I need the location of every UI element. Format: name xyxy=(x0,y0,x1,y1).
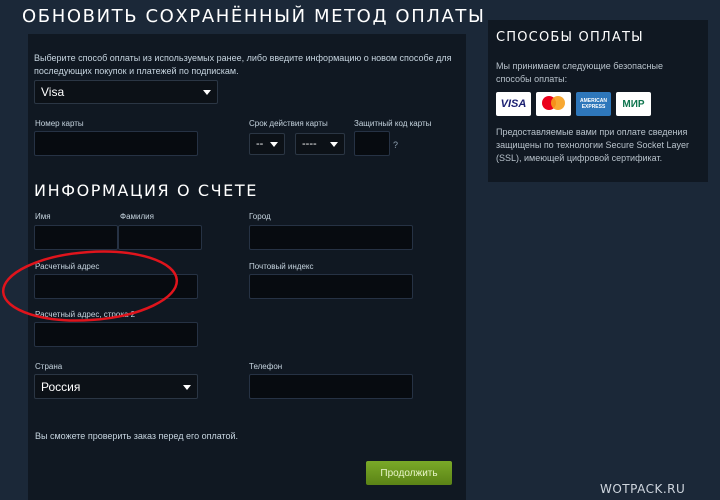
country-select[interactable]: Россия xyxy=(34,374,198,399)
annotation-ellipse xyxy=(1,250,179,322)
visa-logo: VISA xyxy=(496,92,531,116)
sidebar-title: СПОСОБЫ ОПЛАТЫ xyxy=(496,30,644,45)
country-value: Россия xyxy=(41,379,81,394)
card-number-input[interactable] xyxy=(34,131,198,156)
sidebar-security-text: Предоставляемые вами при оплате сведения… xyxy=(496,127,690,163)
payment-method-select[interactable]: Visa xyxy=(34,80,218,104)
phone-label: Телефон xyxy=(249,362,283,371)
expiry-month-select[interactable]: -- xyxy=(249,133,285,155)
sidebar-accepted-text: Мы принимаем следующие безопасные способ… xyxy=(496,61,663,84)
payment-method-value: Visa xyxy=(41,85,65,99)
mastercard-orange-circle xyxy=(551,96,565,110)
last-name-label: Фамилия xyxy=(120,212,154,221)
payment-methods-sidebar: СПОСОБЫ ОПЛАТЫ Мы принимаем следующие бе… xyxy=(488,20,708,182)
mastercard-logo xyxy=(536,92,571,116)
first-name-label: Имя xyxy=(35,212,51,221)
payment-intro-text: Выберите способ оплаты из используемых р… xyxy=(34,53,452,76)
expiry-year-select[interactable]: ---- xyxy=(295,133,345,155)
chevron-down-icon xyxy=(330,142,338,147)
cvv-help-link[interactable]: ? xyxy=(393,140,398,150)
card-number-label: Номер карты xyxy=(35,119,84,128)
phone-input[interactable] xyxy=(249,374,413,399)
expiry-label: Срок действия карты xyxy=(249,119,328,128)
page-title: ОБНОВИТЬ СОХРАНЁННЫЙ МЕТОД ОПЛАТЫ xyxy=(22,6,486,27)
red-circle-highlight xyxy=(1,250,179,322)
chevron-down-icon xyxy=(203,90,211,95)
chevron-down-icon xyxy=(183,384,191,390)
cvv-input[interactable] xyxy=(354,131,390,156)
billing-section-title: ИНФОРМАЦИЯ О СЧЕТЕ xyxy=(34,181,258,200)
review-note: Вы сможете проверить заказ перед его опл… xyxy=(35,431,239,441)
last-name-input[interactable] xyxy=(118,225,202,250)
card-logos: VISA AMERICAN EXPRESS МИР xyxy=(496,92,651,116)
visa-logo-text: VISA xyxy=(500,98,527,110)
continue-button[interactable]: Продолжить xyxy=(366,461,452,485)
amex-logo-text: AMERICAN EXPRESS xyxy=(580,98,607,110)
amex-logo: AMERICAN EXPRESS xyxy=(576,92,611,116)
expiry-month-value: -- xyxy=(256,138,264,150)
first-name-input[interactable] xyxy=(34,225,118,250)
mir-logo: МИР xyxy=(616,92,651,116)
zip-input[interactable] xyxy=(249,274,413,299)
expiry-year-value: ---- xyxy=(302,138,317,150)
zip-label: Почтовый индекс xyxy=(249,262,314,271)
cvv-label: Защитный код карты xyxy=(354,119,432,128)
city-input[interactable] xyxy=(249,225,413,250)
mir-logo-text: МИР xyxy=(622,98,645,110)
watermark: WOTPACK.RU xyxy=(600,482,686,496)
country-label: Страна xyxy=(35,362,63,371)
city-label: Город xyxy=(249,212,271,221)
chevron-down-icon xyxy=(270,142,278,147)
